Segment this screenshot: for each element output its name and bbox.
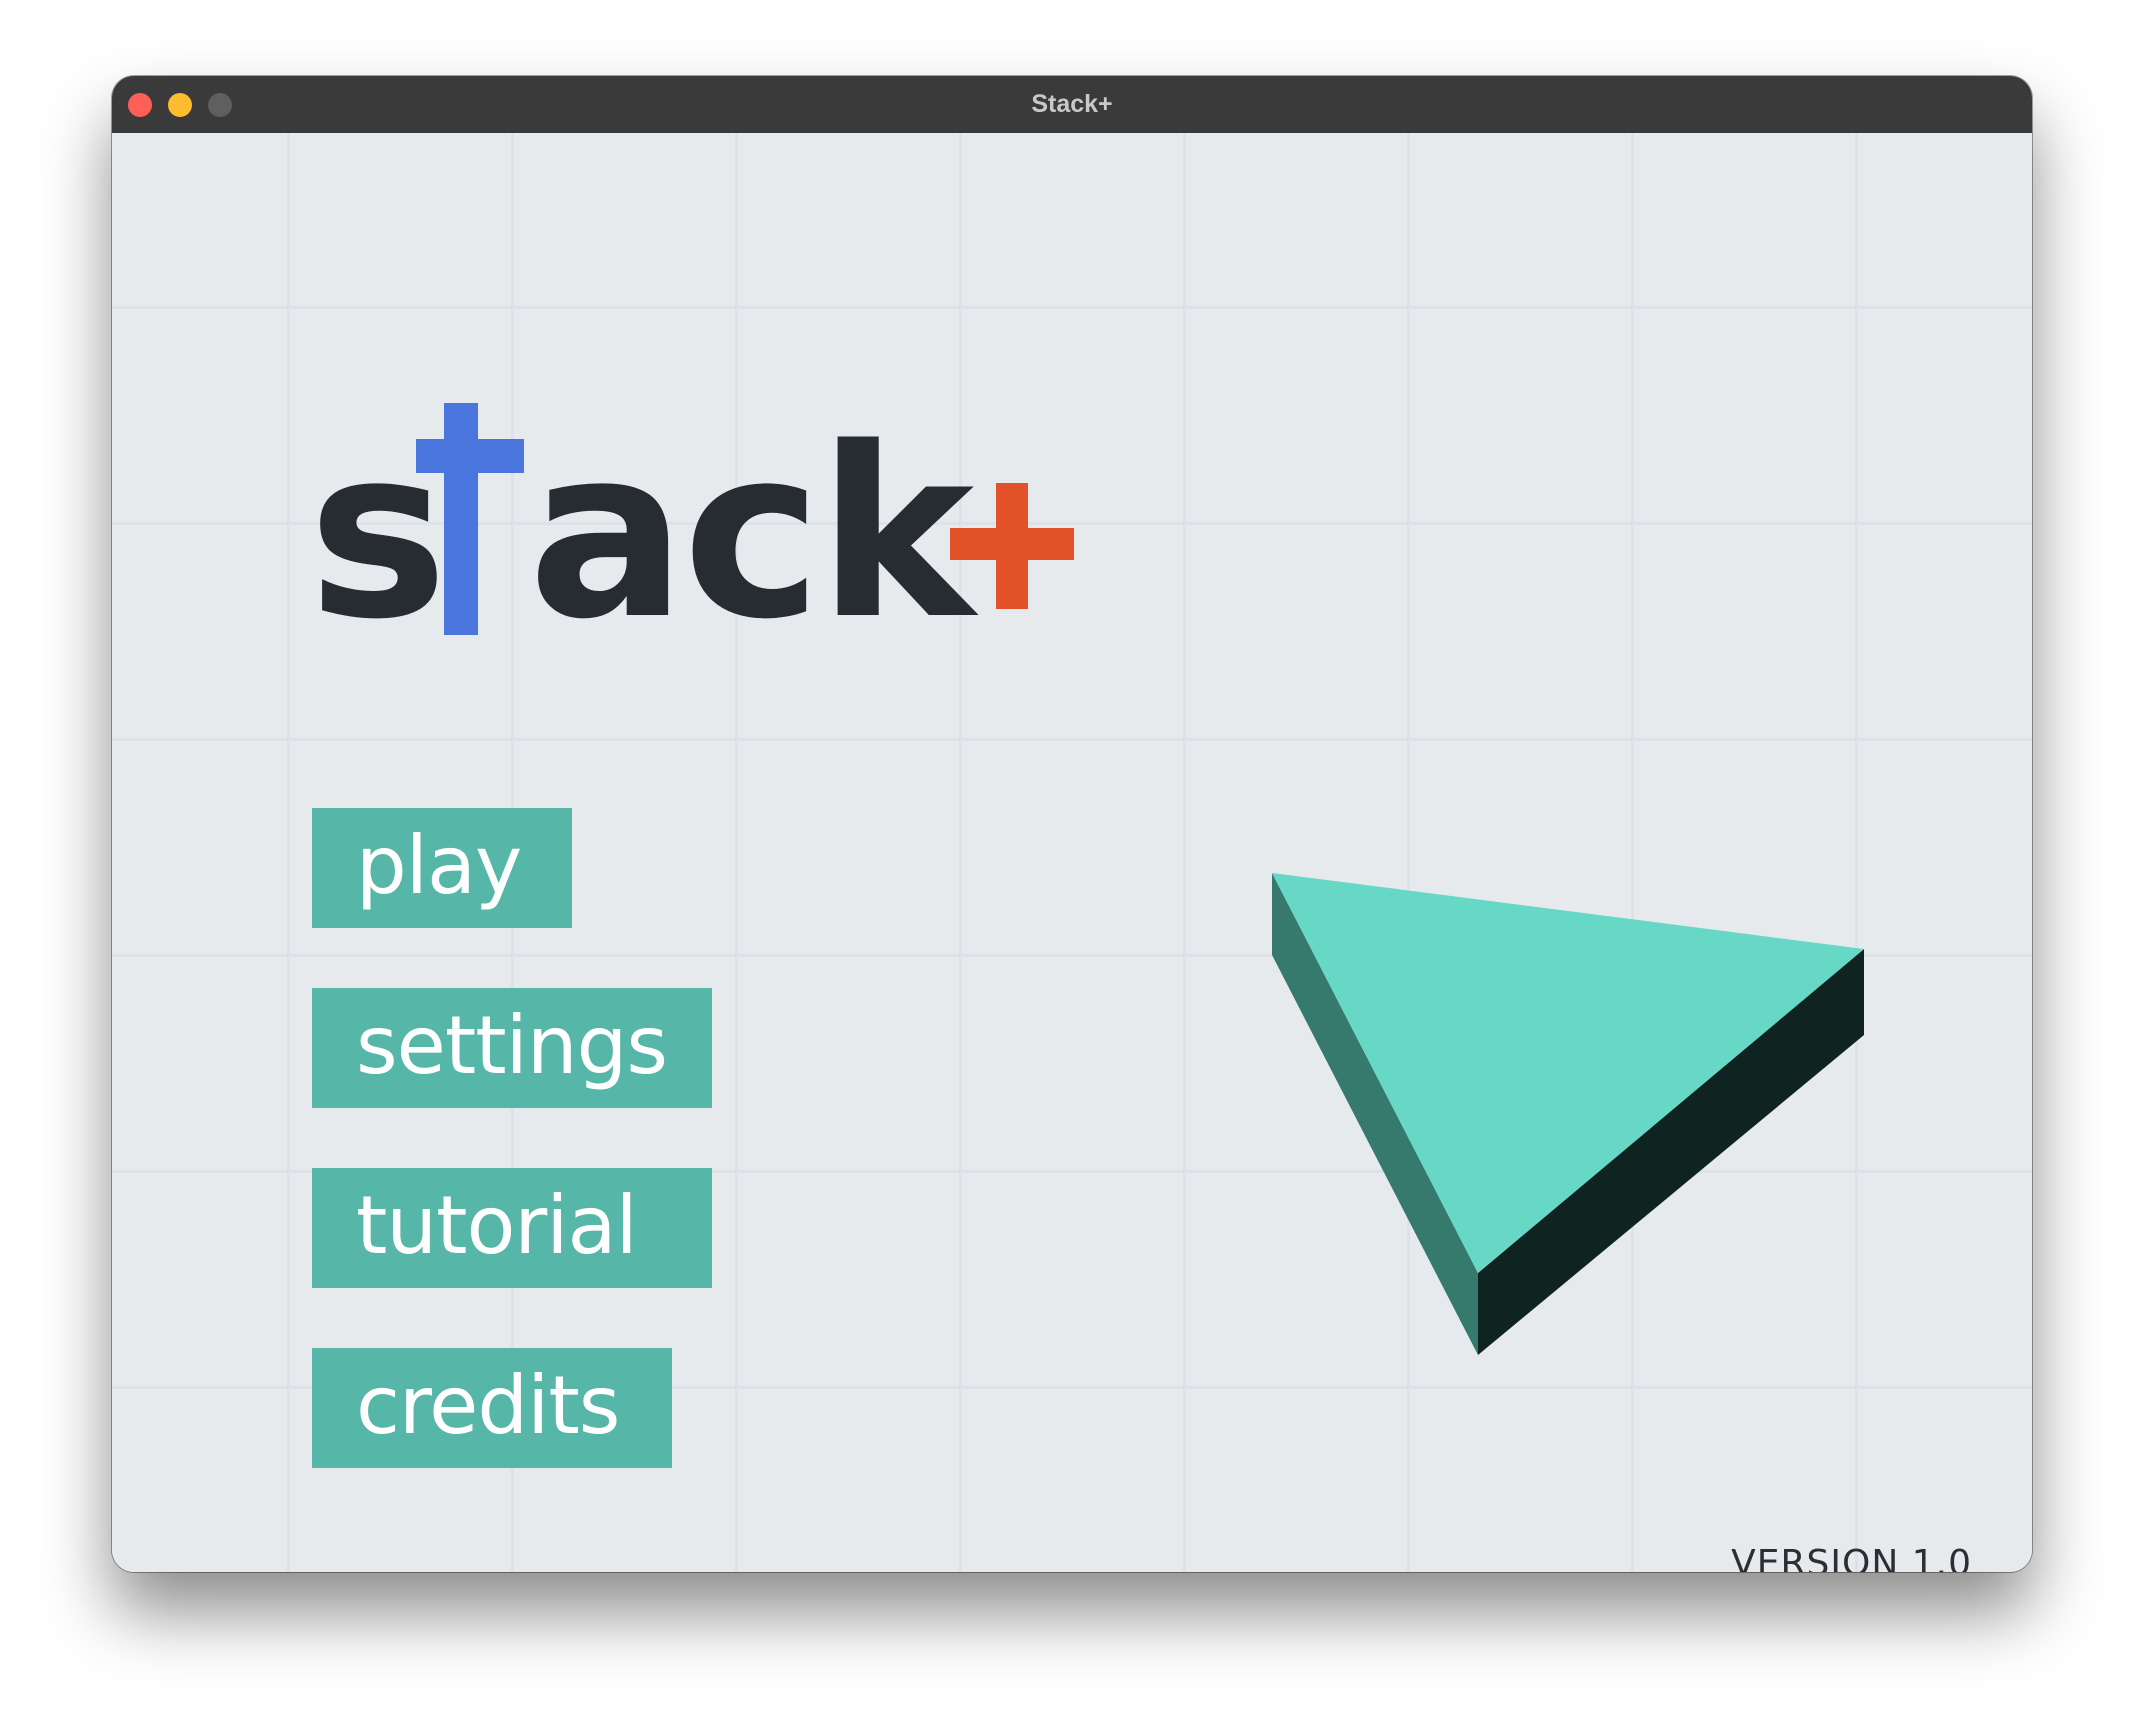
logo-letter-t-stem — [444, 403, 478, 635]
play-button[interactable]: play — [312, 808, 572, 928]
app-window: Stack+ s ack play settings tutorial cred… — [112, 76, 2032, 1572]
logo-letters-ack: ack — [528, 403, 979, 663]
game-canvas: s ack play settings tutorial credits VER… — [112, 133, 2032, 1572]
title-bar: Stack+ — [112, 76, 2032, 134]
settings-button[interactable]: settings — [312, 988, 712, 1108]
triangle-prism-graphic — [1272, 873, 1864, 1355]
version-label: VERSION 1.0 — [1731, 1543, 1972, 1572]
logo-letter-t-bar — [416, 439, 524, 473]
logo-plus-horizontal — [950, 528, 1074, 560]
window-title: Stack+ — [1031, 90, 1113, 118]
credits-button[interactable]: credits — [312, 1348, 672, 1468]
stack-plus-logo: s ack — [308, 403, 1074, 663]
tutorial-button[interactable]: tutorial — [312, 1168, 712, 1288]
